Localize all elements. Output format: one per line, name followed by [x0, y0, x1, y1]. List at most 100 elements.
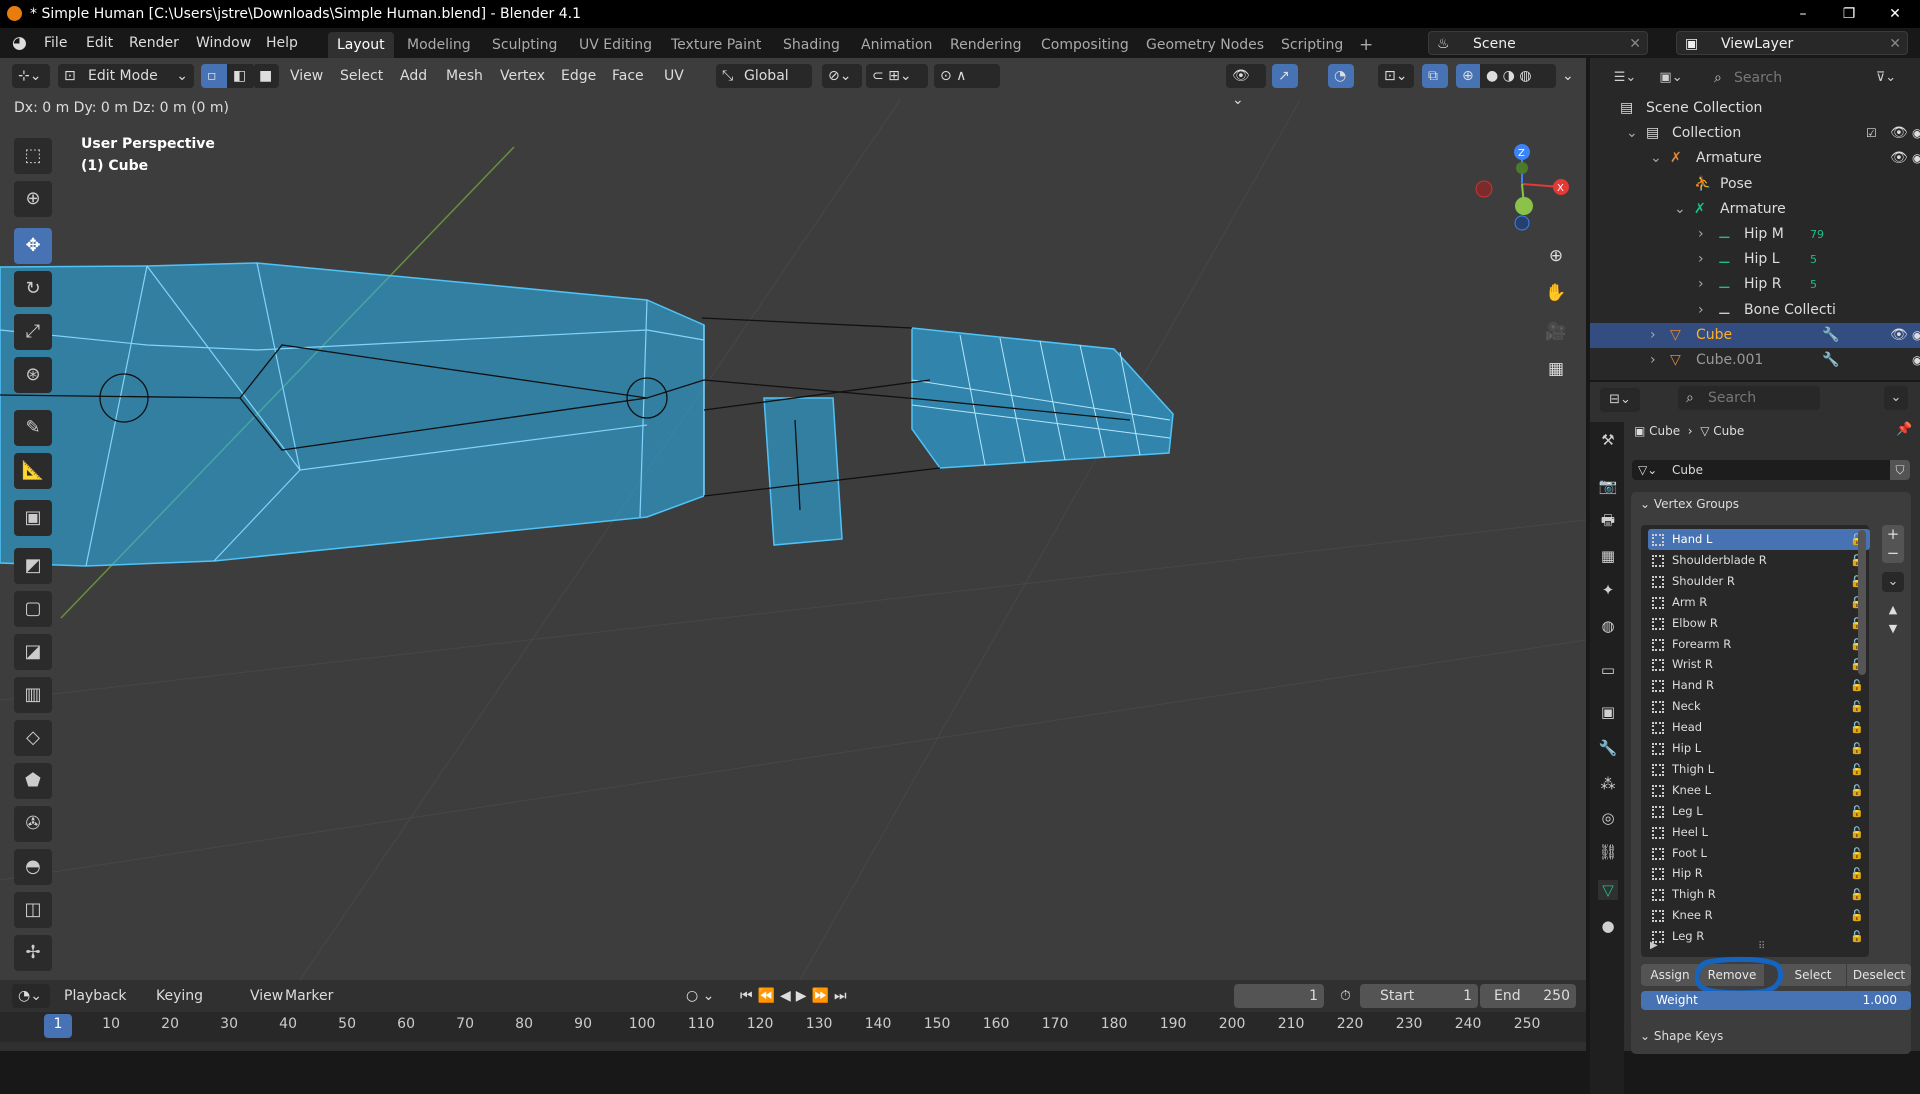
vertex-group-item[interactable]: Hand R 🔓	[1648, 675, 1870, 696]
perspective-grid-icon[interactable]: ▦	[1540, 353, 1572, 385]
tab-uv-editing[interactable]: UV Editing	[570, 32, 661, 58]
add-workspace-button[interactable]: +	[1350, 32, 1382, 58]
vertex-group-item[interactable]: Foot L 🔓	[1648, 843, 1870, 864]
vertex-group-item[interactable]: Heel L 🔓	[1648, 822, 1870, 843]
shading-mode-buttons[interactable]: ● ◑ ◍	[1480, 64, 1556, 88]
properties-tab-object-icon[interactable]: ▣	[1598, 702, 1618, 722]
outliner-item[interactable]: ⛹ Pose	[1590, 172, 1920, 197]
lock-icon[interactable]: 🔓	[1850, 884, 1864, 905]
proportional-edit-toggle[interactable]: ⊙ ∧	[934, 64, 1000, 88]
cursor-tool[interactable]: ⊕	[14, 181, 52, 217]
measure-tool[interactable]: 📐	[14, 453, 52, 489]
menu-edit[interactable]: Edit	[86, 28, 113, 58]
menu-select[interactable]: Select	[334, 64, 389, 88]
menu-uv[interactable]: UV	[658, 64, 690, 88]
tab-sculpting[interactable]: Sculpting	[483, 32, 566, 58]
edge-select-button[interactable]: ◧	[227, 64, 253, 88]
chevron-icon[interactable]: ›	[1698, 272, 1704, 297]
camera-icon[interactable]: ◉	[1912, 348, 1920, 373]
scene-selector[interactable]: ♨ Scene ✕	[1428, 31, 1648, 55]
chevron-icon[interactable]: ⌄	[1626, 121, 1638, 146]
chevron-icon[interactable]: ›	[1698, 247, 1704, 272]
menu-help[interactable]: Help	[266, 28, 298, 58]
vertex-group-item[interactable]: Shoulderblade R🔓	[1648, 550, 1870, 571]
auto-keying-toggle[interactable]: ○ ⌄	[680, 984, 720, 1008]
vertex-group-item[interactable]: Knee R 🔓	[1648, 905, 1870, 926]
outliner-item[interactable]: › ▽ Cube 👁 ◉ 🔧	[1590, 322, 1920, 348]
properties-tab-physics-icon[interactable]: ◎	[1598, 808, 1618, 828]
properties-tab-collection-icon[interactable]: ▭	[1598, 660, 1618, 680]
tab-rendering[interactable]: Rendering	[941, 32, 1031, 58]
properties-tab-constraints-icon[interactable]: ⛓	[1598, 842, 1618, 862]
lock-icon[interactable]: 🔓	[1850, 738, 1864, 759]
fake-user-shield-icon[interactable]: ⛉	[1890, 460, 1910, 480]
camera-icon[interactable]: ◉	[1912, 121, 1920, 146]
menu-view[interactable]: View	[284, 64, 329, 88]
add-remove-group-buttons[interactable]: + −	[1882, 525, 1904, 563]
weight-slider[interactable]: Weight 1.000	[1641, 991, 1911, 1010]
menu-mesh[interactable]: Mesh	[440, 64, 489, 88]
display-mode-button[interactable]: ☰⌄	[1604, 66, 1646, 90]
shading-options-button[interactable]: ⌄	[1556, 64, 1580, 88]
camera-icon[interactable]: ◉	[1912, 323, 1920, 348]
scale-tool[interactable]: ⤢	[14, 314, 52, 350]
transform-orientation-selector[interactable]: ⤡ Global	[716, 64, 812, 88]
vertex-group-item[interactable]: Forearm R🔓	[1648, 634, 1870, 655]
outliner-item[interactable]: › ▽ Cube.001 ◉ 🔧	[1590, 348, 1920, 373]
playback-controls[interactable]: ⏮⏪◀▶⏩⏭	[734, 984, 858, 1008]
lock-icon[interactable]: 🔓	[1850, 843, 1864, 864]
tab-shading[interactable]: Shading	[774, 32, 849, 58]
vertex-groups-header[interactable]: ⌄ Vertex Groups	[1640, 497, 1739, 511]
eye-icon[interactable]: 👁	[1890, 121, 1908, 146]
vertex-group-item[interactable]: Elbow R🔓	[1648, 613, 1870, 634]
blender-menu-icon[interactable]: ◕	[12, 28, 27, 58]
xray-toggle[interactable]: ⧉	[1422, 64, 1448, 88]
filter-view-button[interactable]: ▣⌄	[1650, 66, 1692, 90]
tab-layout[interactable]: Layout	[328, 32, 394, 58]
pivot-selector[interactable]: ⊘⌄	[822, 64, 862, 88]
vertex-group-item[interactable]: Hip L 🔓	[1648, 738, 1870, 759]
mesh-name-field[interactable]: ▽⌄ Cube ⛉	[1632, 460, 1910, 480]
vertex-group-item[interactable]: Neck 🔓	[1648, 696, 1870, 717]
properties-tab-view-layer-icon[interactable]: ▦	[1598, 546, 1618, 566]
lock-icon[interactable]: 🔓	[1850, 717, 1864, 738]
gizmo-toggle[interactable]: ↗	[1272, 64, 1298, 88]
vertex-group-item[interactable]: Shoulder R🔓	[1648, 571, 1870, 592]
move-group-buttons[interactable]: ▲ ▼	[1882, 600, 1904, 638]
vertex-group-item[interactable]: Thigh L 🔓	[1648, 759, 1870, 780]
tab-scripting[interactable]: Scripting	[1272, 32, 1352, 58]
camera-view-icon[interactable]: 🎥	[1540, 316, 1572, 348]
add-cube-tool[interactable]: ▣	[14, 500, 52, 536]
maximize-button[interactable]: ❐	[1826, 0, 1872, 28]
shear-tool[interactable]: ✢	[14, 935, 52, 971]
overlay-toggle[interactable]: ◔	[1328, 64, 1354, 88]
pin-icon[interactable]: 📌	[1896, 422, 1912, 437]
loop-cut-tool[interactable]: ▥	[14, 677, 52, 713]
rotate-tool[interactable]: ↻	[14, 271, 52, 307]
vertex-select-button[interactable]: ▫	[201, 64, 227, 88]
properties-search-input[interactable]: ⌕ Search	[1678, 386, 1820, 410]
chevron-icon[interactable]: ⌄	[1650, 146, 1662, 171]
chevron-icon[interactable]: ›	[1650, 348, 1656, 373]
mesh-overlay-selector[interactable]: ⊡⌄	[1378, 64, 1414, 88]
vertex-group-item[interactable]: Arm R🔓	[1648, 592, 1870, 613]
bevel-tool[interactable]: ◪	[14, 634, 52, 670]
menu-marker[interactable]: Marker	[279, 984, 339, 1008]
menu-keying[interactable]: Keying	[150, 984, 209, 1008]
annotate-tool[interactable]: ✎	[14, 410, 52, 446]
visibility-selector[interactable]: 👁⌄	[1226, 64, 1266, 108]
spin-tool[interactable]: ✇	[14, 806, 52, 842]
outliner-item[interactable]: › ⚊ Hip R 5	[1590, 272, 1920, 297]
minimize-button[interactable]: –	[1780, 0, 1826, 28]
filter-button[interactable]: ⊽⌄	[1866, 66, 1906, 90]
lock-icon[interactable]: 🔓	[1850, 822, 1864, 843]
outliner-item[interactable]: ⌄ ✗ Armature 👁 ◉	[1590, 146, 1920, 171]
properties-tab-modifiers-icon[interactable]: 🔧	[1598, 738, 1618, 758]
lock-icon[interactable]: 🔓	[1850, 863, 1864, 884]
knife-tool[interactable]: ◇	[14, 720, 52, 756]
close-icon[interactable]: ✕	[1889, 32, 1901, 56]
deselect-button[interactable]: Deselect	[1847, 964, 1911, 986]
view-layer-selector[interactable]: ▣ ViewLayer ✕	[1676, 31, 1908, 55]
outliner-item[interactable]: › ⚊ Hip L 5	[1590, 247, 1920, 272]
lock-icon[interactable]: 🔓	[1850, 905, 1864, 926]
